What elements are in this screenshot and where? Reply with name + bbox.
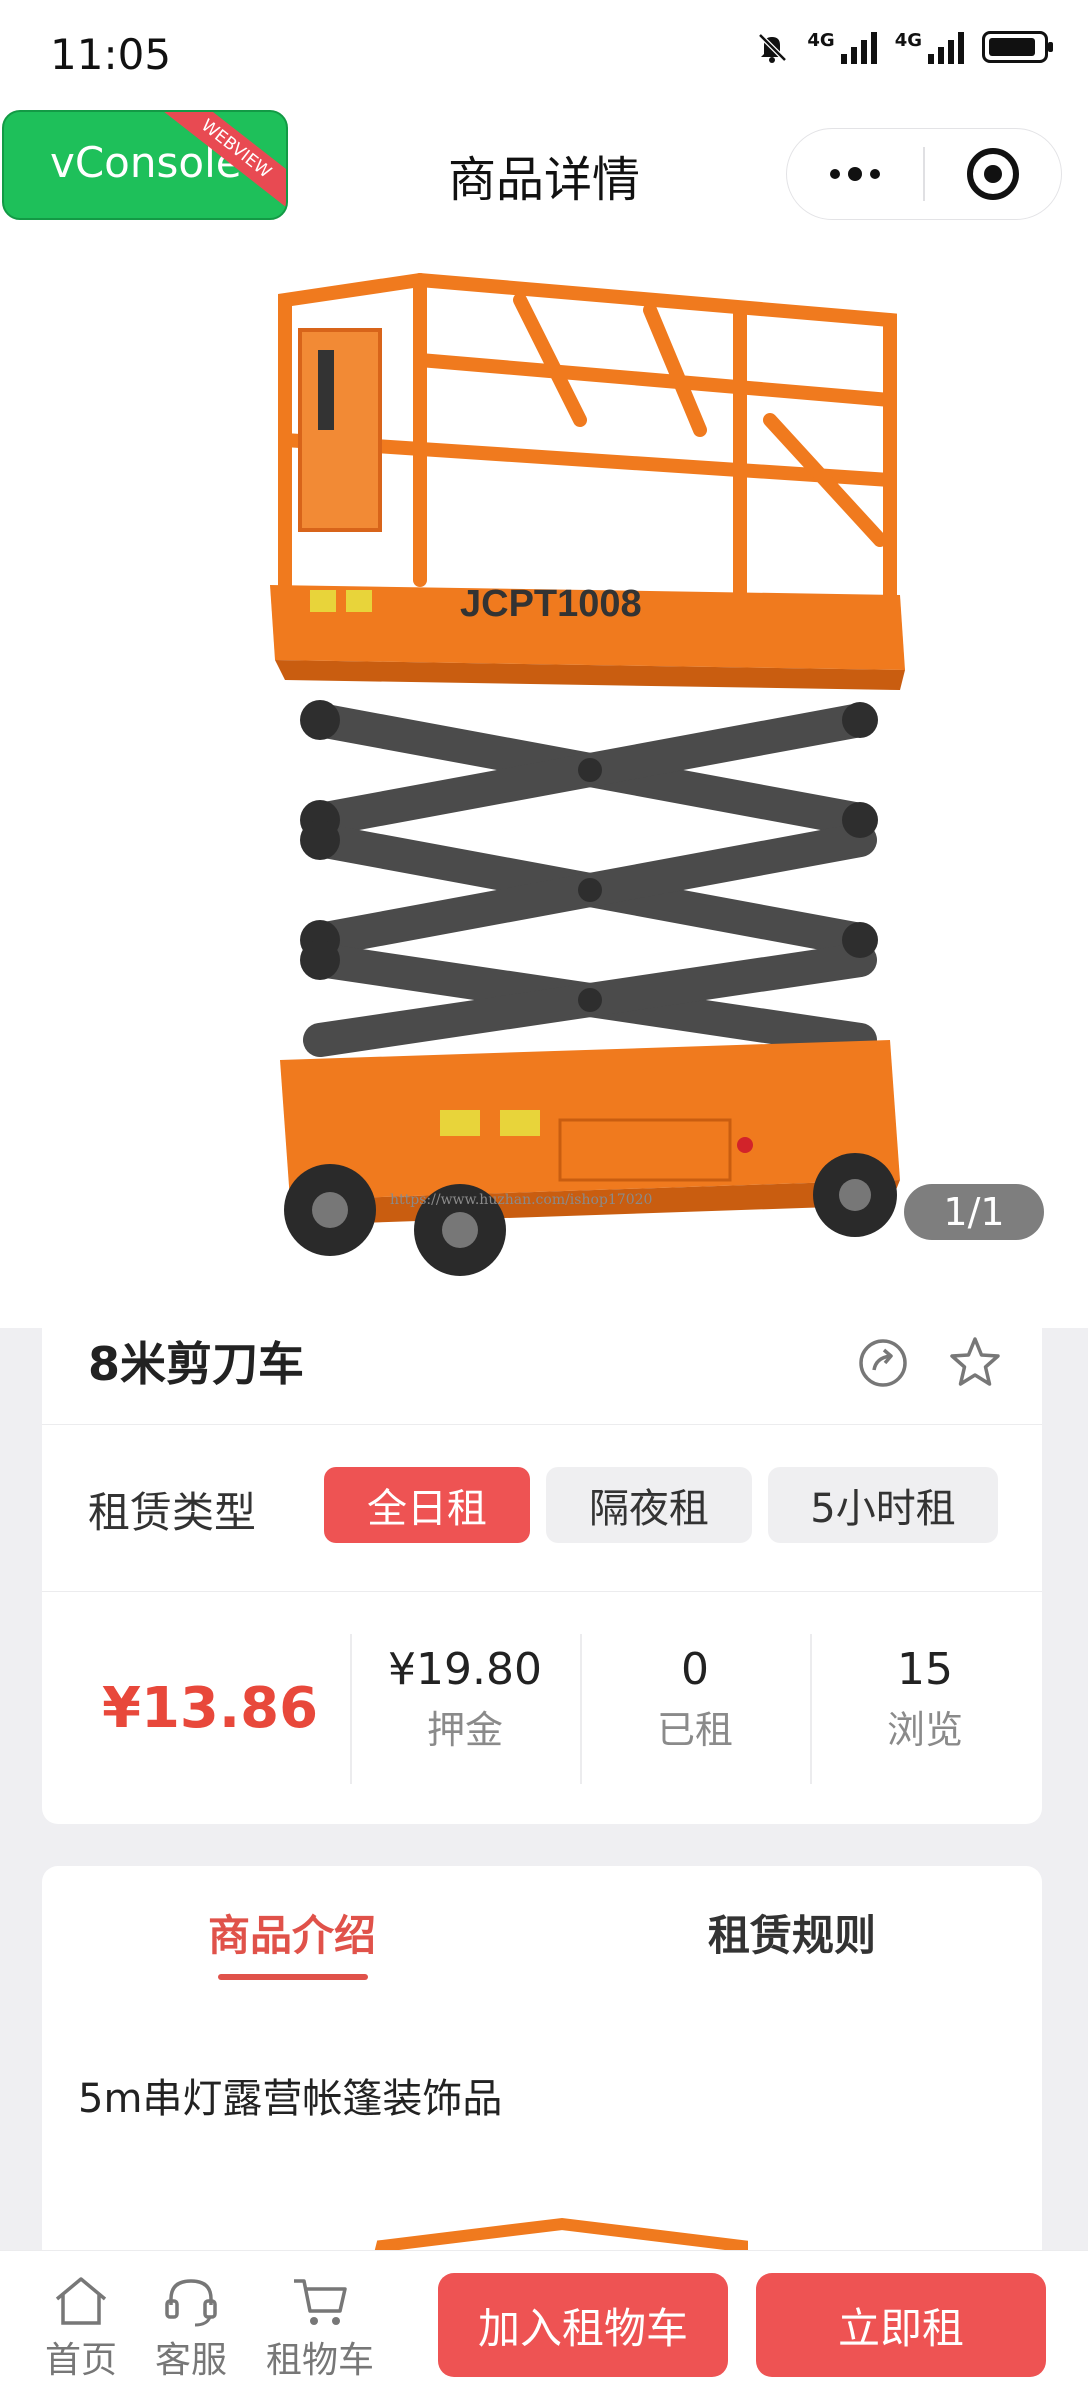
description-text: 5m串灯露营帐篷装饰品 [78,2076,503,2122]
deposit-label: 押金 [426,1708,503,1752]
views-label: 浏览 [886,1708,963,1752]
rental-type-label: 租赁类型 [88,1488,257,1537]
tab-rules[interactable]: 租赁规则 [708,1902,876,1963]
price: ¥13.86 [102,1676,319,1741]
rent-now-button[interactable]: 立即租 [756,2273,1046,2377]
rented-value: 0 [681,1644,709,1695]
service-tab[interactable]: 客服 [136,2273,246,2383]
deposit-stat: ¥19.80 押金 [350,1644,580,1754]
home-icon [55,2277,107,2325]
home-label: 首页 [44,2340,117,2381]
tab-intro[interactable]: 商品介绍 [208,1902,376,1963]
signal-icon: 4G [895,30,964,64]
rental-type-5-hours[interactable]: 5小时租 [768,1467,998,1543]
home-tab[interactable]: 首页 [26,2273,136,2383]
rental-type-overnight[interactable]: 隔夜租 [546,1467,752,1543]
signal-icon: 4G [807,30,877,64]
status-time: 11:05 [50,30,172,79]
mute-bell-icon [758,33,788,63]
add-to-cart-button[interactable]: 加入租物车 [438,2273,728,2377]
cart-label: 租物车 [265,2340,374,2381]
more-dots-icon [830,167,881,181]
rental-type-full-day[interactable]: 全日租 [324,1467,530,1543]
rented-stat: 0 已租 [580,1644,810,1754]
views-value: 15 [897,1644,953,1695]
views-stat: 15 浏览 [810,1644,1040,1754]
cart-icon [294,2279,347,2325]
deposit-value: ¥19.80 [388,1644,542,1695]
favorite-star-icon[interactable] [946,1334,1004,1392]
tab-underline [218,1974,368,1980]
cart-tab[interactable]: 租物车 [262,2273,378,2383]
scissor-lift-image: JCPT1008 [270,272,905,1276]
status-bar: 11:05 4G 4G [0,0,1088,110]
battery-icon [982,31,1053,63]
product-info-card: 8米剪刀车 租赁类型 全日租 隔夜租 5小时租 ¥13.86 ¥19.80 押金… [42,1328,1042,1824]
close-button[interactable] [925,129,1061,219]
rental-type-row: 租赁类型 全日租 隔夜租 5小时租 [42,1425,1042,1592]
product-gallery[interactable]: JCPT1008 https://www.huzhan.com/ishop170… [0,240,1088,1328]
bottom-bar: 首页 客服 租物车 加入租物车 立即租 [0,2250,1088,2401]
image-watermark: https://www.huzhan.com/ishop17020 [390,1192,653,1208]
detail-card: 商品介绍 租赁规则 5m串灯露营帐篷装饰品 [42,1866,1042,2286]
stats-row: ¥13.86 ¥19.80 押金 0 已租 15 浏览 [42,1592,1042,1824]
mini-program-capsule [786,128,1062,220]
more-button[interactable] [787,129,923,219]
gallery-pager: 1/1 [904,1184,1044,1240]
share-icon[interactable] [854,1334,912,1392]
model-label: JCPT1008 [460,583,642,625]
title-row: 8米剪刀车 [42,1328,1042,1425]
close-target-icon [966,148,1019,200]
product-title: 8米剪刀车 [88,1337,305,1391]
status-icons: 4G 4G [755,30,1053,64]
rented-label: 已租 [656,1708,733,1752]
headset-icon [165,2279,217,2327]
service-label: 客服 [154,2340,227,2381]
